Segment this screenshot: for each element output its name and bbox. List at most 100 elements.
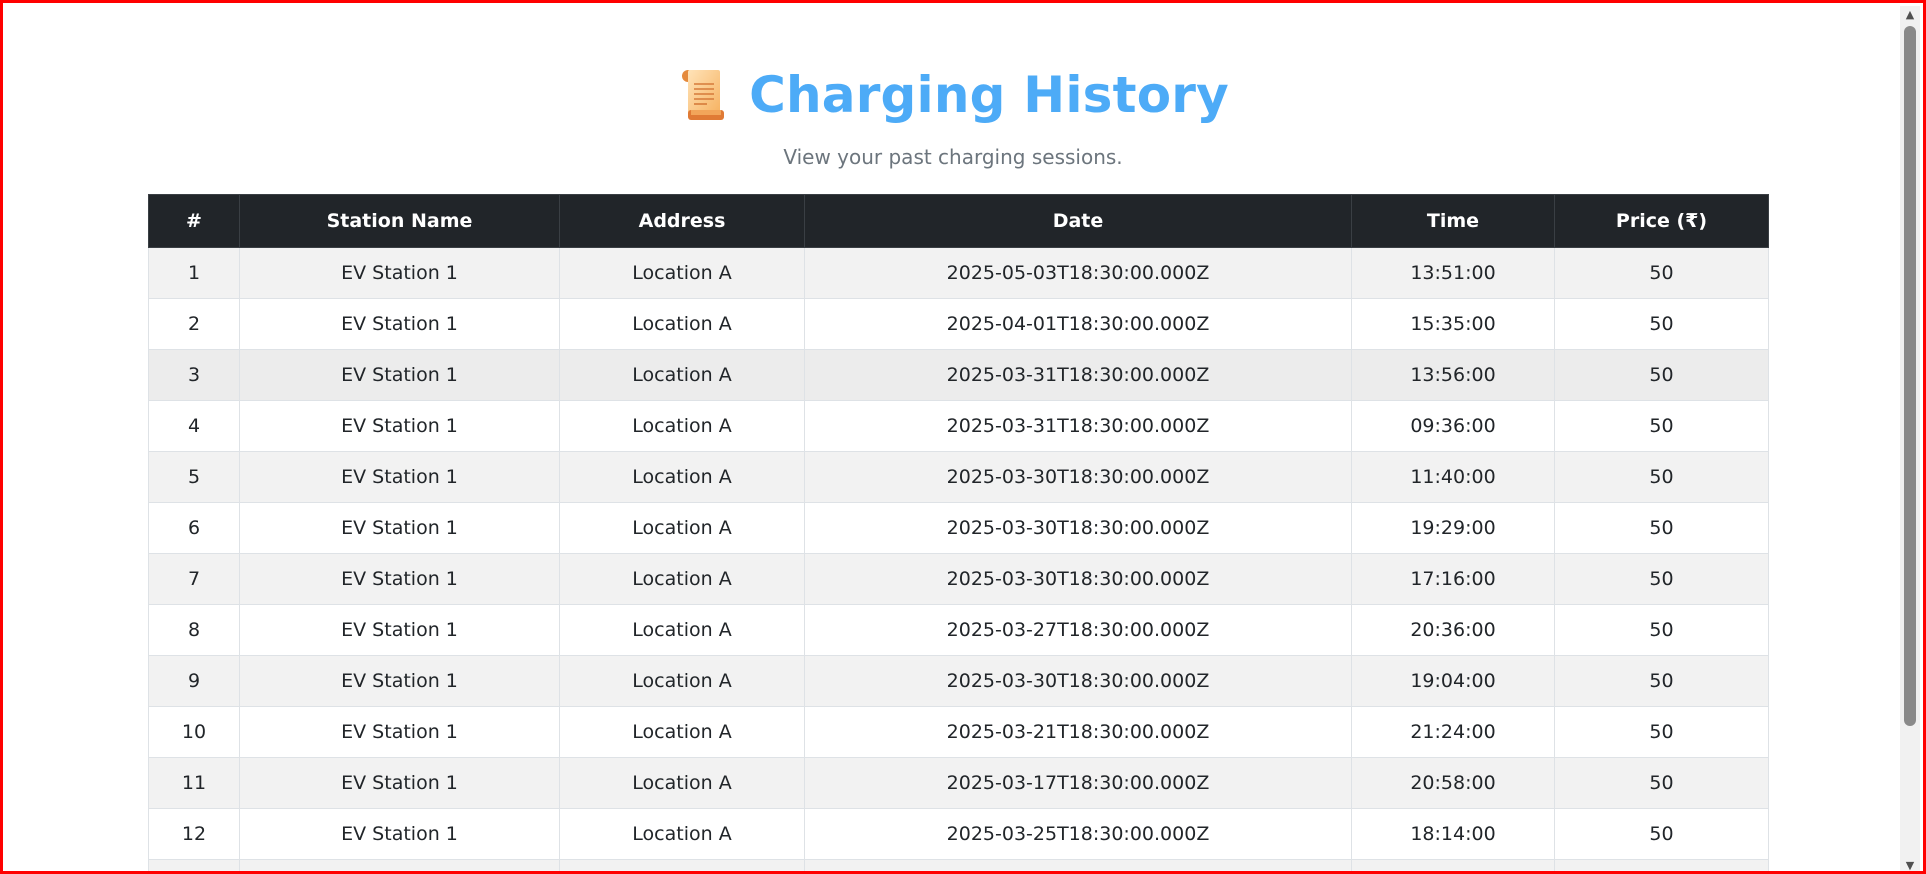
cell-number: 10 (148, 706, 240, 758)
table-row: 2 EV Station 1 Location A 2025-04-01T18:… (148, 298, 1769, 350)
cell-station-name: EV Station 1 (239, 757, 560, 809)
cell-station-name: EV Station 1 (239, 553, 560, 605)
cell-time: 18:14:00 (1351, 808, 1555, 860)
cell-date: 2025-03-30T18:30:00.000Z (804, 553, 1352, 605)
cell-station-name: EV Station 1 (239, 808, 560, 860)
table-row: 3 EV Station 1 Location A 2025-03-31T18:… (148, 349, 1769, 401)
vertical-scrollbar[interactable]: ▲ ▼ (1900, 6, 1920, 871)
table-row: 5 EV Station 1 Location A 2025-03-30T18:… (148, 451, 1769, 503)
cell-time: 15:35:00 (1351, 298, 1555, 350)
cell-number: 6 (148, 502, 240, 554)
charging-history-table: # Station Name Address Date Time Price (… (148, 194, 1769, 871)
table-row: 6 EV Station 1 Location A 2025-03-30T18:… (148, 502, 1769, 554)
cell-price: 50 (1554, 604, 1769, 656)
table-header-row: # Station Name Address Date Time Price (… (148, 194, 1769, 248)
page-header: Charging History View your past charging… (3, 61, 1903, 169)
cell-number: 2 (148, 298, 240, 350)
cell-address: Location A (559, 553, 805, 605)
column-header-time: Time (1351, 194, 1555, 248)
cell-number: 4 (148, 400, 240, 452)
cell-station-name: EV Station 1 (239, 349, 560, 401)
cell-address: Location A (559, 808, 805, 860)
cell-date: 2025-03-21T18:30:00.000Z (804, 706, 1352, 758)
column-header-price: Price (₹) (1554, 194, 1769, 248)
cell-address: Location A (559, 349, 805, 401)
cell-price: 50 (1554, 502, 1769, 554)
cell-date: 2025-03-30T18:30:00.000Z (804, 451, 1352, 503)
cell-station-name: EV Station 1 (239, 706, 560, 758)
cell-station-name: EV Station 1 (239, 655, 560, 707)
cell-address: Location A (559, 451, 805, 503)
cell-time: 09:36:00 (1351, 400, 1555, 452)
cell-time: 19:29:00 (1351, 502, 1555, 554)
cell-address: Location A (559, 400, 805, 452)
cell-date: 2025-03-30T18:30:00.000Z (804, 655, 1352, 707)
cell-date: 2025-05-03T18:30:00.000Z (804, 247, 1352, 299)
cell-address: Location A (559, 247, 805, 299)
cell-number: 1 (148, 247, 240, 299)
cell-time: 20:36:00 (1351, 604, 1555, 656)
page-subtitle: View your past charging sessions. (783, 145, 1123, 169)
cell-time (1351, 859, 1555, 871)
cell-price: 50 (1554, 298, 1769, 350)
cell-time: 11:40:00 (1351, 451, 1555, 503)
cell-date: 2025-03-31T18:30:00.000Z (804, 349, 1352, 401)
page-title: Charging History (749, 66, 1229, 124)
table-row: 8 EV Station 1 Location A 2025-03-27T18:… (148, 604, 1769, 656)
scrollbar-thumb[interactable] (1904, 26, 1916, 726)
cell-date (804, 859, 1352, 871)
cell-date: 2025-04-01T18:30:00.000Z (804, 298, 1352, 350)
cell-number (148, 859, 240, 871)
cell-station-name: EV Station 1 (239, 502, 560, 554)
cell-price: 50 (1554, 808, 1769, 860)
column-header-date: Date (804, 194, 1352, 248)
cell-number: 11 (148, 757, 240, 809)
cell-number: 12 (148, 808, 240, 860)
cell-station-name: EV Station 1 (239, 604, 560, 656)
cell-address: Location A (559, 604, 805, 656)
cell-number: 8 (148, 604, 240, 656)
cell-number: 5 (148, 451, 240, 503)
column-header-number: # (148, 194, 240, 248)
cell-station-name: EV Station 1 (239, 247, 560, 299)
cell-number: 3 (148, 349, 240, 401)
column-header-station-name: Station Name (239, 194, 560, 248)
cell-station-name: EV Station 1 (239, 298, 560, 350)
cell-date: 2025-03-27T18:30:00.000Z (804, 604, 1352, 656)
cell-time: 20:58:00 (1351, 757, 1555, 809)
table-body: 1 EV Station 1 Location A 2025-05-03T18:… (148, 247, 1769, 871)
cell-price: 50 (1554, 349, 1769, 401)
scroll-up-arrow-icon[interactable]: ▲ (1900, 6, 1920, 23)
cell-time: 13:56:00 (1351, 349, 1555, 401)
cell-price (1554, 859, 1769, 871)
cell-address: Location A (559, 502, 805, 554)
cell-address: Location A (559, 655, 805, 707)
cell-station-name (239, 859, 560, 871)
cell-price: 50 (1554, 706, 1769, 758)
table-row (148, 859, 1769, 871)
scroll-icon (677, 68, 729, 122)
table-row: 11 EV Station 1 Location A 2025-03-17T18… (148, 757, 1769, 809)
page-content: Charging History View your past charging… (3, 3, 1903, 871)
cell-time: 21:24:00 (1351, 706, 1555, 758)
cell-station-name: EV Station 1 (239, 451, 560, 503)
cell-price: 50 (1554, 247, 1769, 299)
cell-address: Location A (559, 298, 805, 350)
cell-date: 2025-03-25T18:30:00.000Z (804, 808, 1352, 860)
cell-price: 50 (1554, 400, 1769, 452)
column-header-address: Address (559, 194, 805, 248)
cell-address (559, 859, 805, 871)
scroll-down-arrow-icon[interactable]: ▼ (1900, 857, 1920, 871)
cell-station-name: EV Station 1 (239, 400, 560, 452)
table-row: 1 EV Station 1 Location A 2025-05-03T18:… (148, 247, 1769, 299)
cell-address: Location A (559, 706, 805, 758)
cell-time: 17:16:00 (1351, 553, 1555, 605)
cell-date: 2025-03-17T18:30:00.000Z (804, 757, 1352, 809)
cell-time: 13:51:00 (1351, 247, 1555, 299)
table-row: 9 EV Station 1 Location A 2025-03-30T18:… (148, 655, 1769, 707)
cell-price: 50 (1554, 451, 1769, 503)
cell-price: 50 (1554, 553, 1769, 605)
cell-number: 7 (148, 553, 240, 605)
cell-price: 50 (1554, 757, 1769, 809)
table-row: 7 EV Station 1 Location A 2025-03-30T18:… (148, 553, 1769, 605)
